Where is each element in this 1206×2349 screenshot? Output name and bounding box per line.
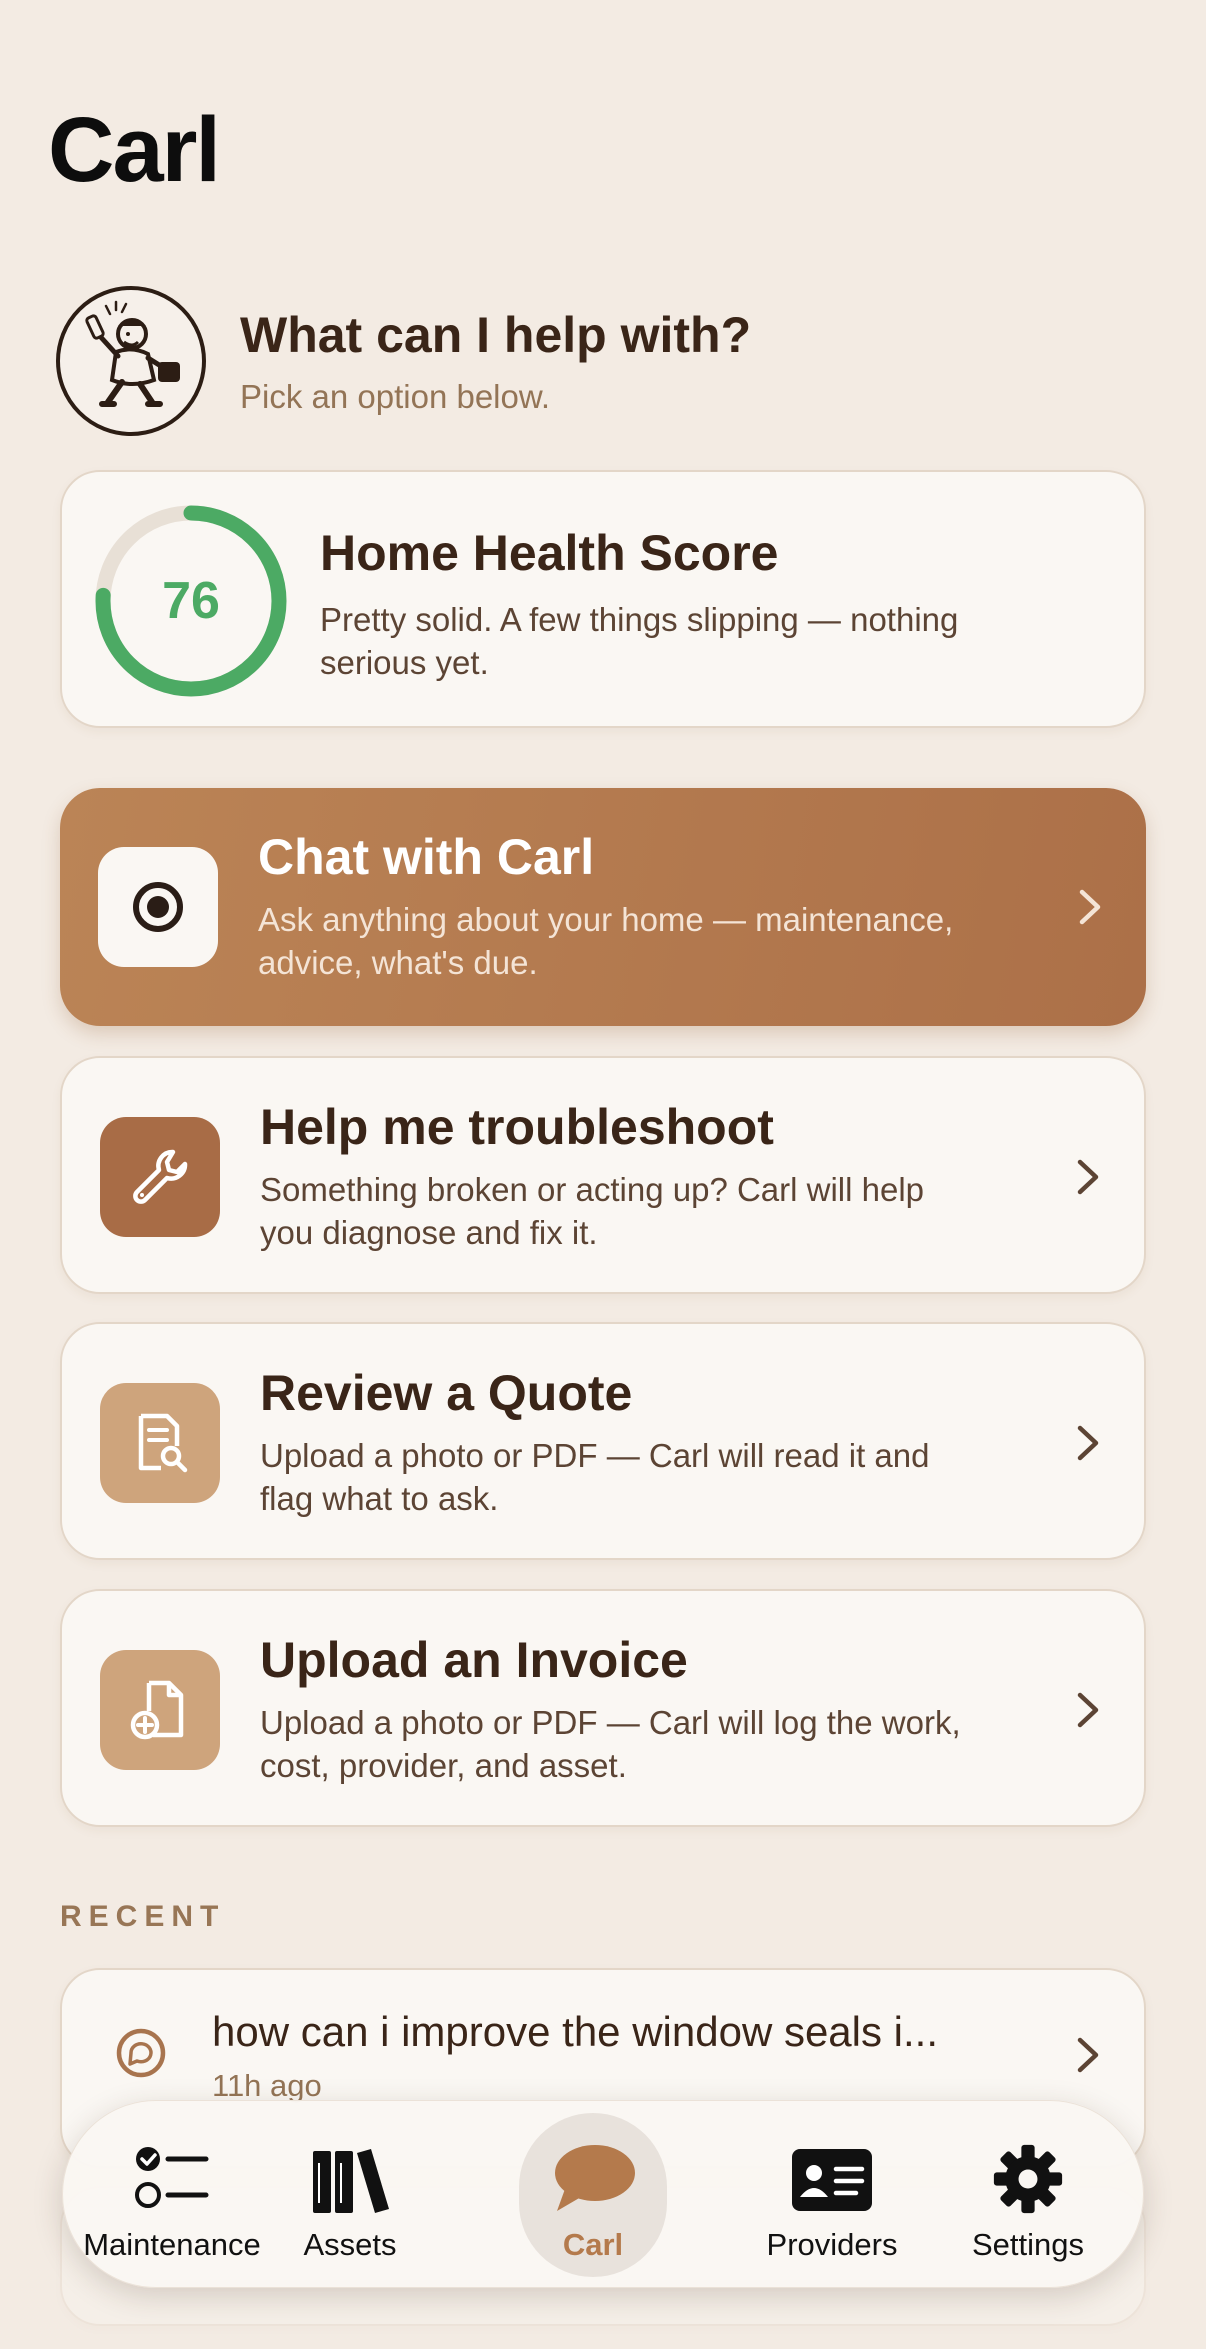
health-score-title: Home Health Score [320,525,779,581]
option-description: Upload a photo or PDF — Carl will read i… [260,1437,930,1517]
recent-chat-title: how can i improve the window seals i... [212,2008,938,2055]
tab-label: Maintenance [83,2227,261,2262]
review-a-quote-button[interactable]: Review a Quote Upload a photo or PDF — C… [60,1322,1146,1560]
option-description: Upload a photo or PDF — Carl will log th… [260,1704,961,1784]
chevron-right-icon [1077,1159,1099,1195]
assistant-intro: What can I help with? Pick an option bel… [56,286,751,436]
invoice-icon-box [100,1650,220,1770]
tab-assets[interactable]: Assets [261,2113,439,2277]
tab-carl[interactable]: Carl [519,2113,667,2277]
document-add-icon [130,1680,184,1740]
option-description: Something broken or acting up? Carl will… [260,1171,925,1251]
document-search-icon [138,1413,188,1473]
chat-bubble-icon [555,2145,635,2211]
id-card-icon [792,2149,872,2211]
option-title: Review a Quote [260,1365,633,1421]
recent-section-label: RECENT [60,1900,226,1933]
quote-icon-box [100,1383,220,1503]
chevron-right-icon [1077,2037,1099,2073]
option-title: Help me troubleshoot [260,1099,774,1155]
tab-label: Assets [303,2227,397,2262]
chat-icon-box [98,847,218,967]
option-title: Chat with Carl [258,829,595,885]
wrench-icon [133,1149,188,1204]
help-me-troubleshoot-button[interactable]: Help me troubleshoot Something broken or… [60,1056,1146,1294]
chevron-right-icon [1077,1692,1099,1728]
home-health-score-card[interactable]: 76 Home Health Score Pretty solid. A few… [60,470,1146,728]
tab-maintenance[interactable]: Maintenance [83,2113,261,2277]
tab-label: Settings [971,2227,1084,2262]
intro-subtitle: Pick an option below. [240,378,551,415]
option-description: Ask anything about your home — maintenan… [258,901,954,981]
chat-bubble-icon [133,882,183,932]
tab-settings[interactable]: Settings [939,2113,1117,2277]
bottom-tab-bar: Maintenance Assets Carl Providers Settin… [62,2100,1144,2288]
checklist-icon [135,2147,209,2208]
health-score-description: Pretty solid. A few things slipping — no… [320,601,959,681]
intro-title: What can I help with? [240,307,752,363]
gear-icon [993,2144,1063,2214]
chat-with-carl-button[interactable]: Chat with Carl Ask anything about your h… [60,788,1146,1026]
carl-mascot-avatar [56,286,206,436]
books-icon [313,2149,389,2213]
recent-chat-time: 11h ago [212,2068,322,2103]
upload-an-invoice-button[interactable]: Upload an Invoice Upload a photo or PDF … [60,1589,1146,1827]
chevron-right-icon [1077,1425,1099,1461]
chat-bubble-icon [116,2028,166,2078]
chevron-right-icon [1079,889,1101,925]
option-title: Upload an Invoice [260,1632,688,1688]
tab-providers[interactable]: Providers [743,2113,921,2277]
tab-label: Providers [766,2227,898,2262]
tab-label: Carl [562,2227,624,2262]
health-score-value: 76 [162,572,220,630]
page-title: Carl [48,99,221,201]
troubleshoot-icon-box [100,1117,220,1237]
